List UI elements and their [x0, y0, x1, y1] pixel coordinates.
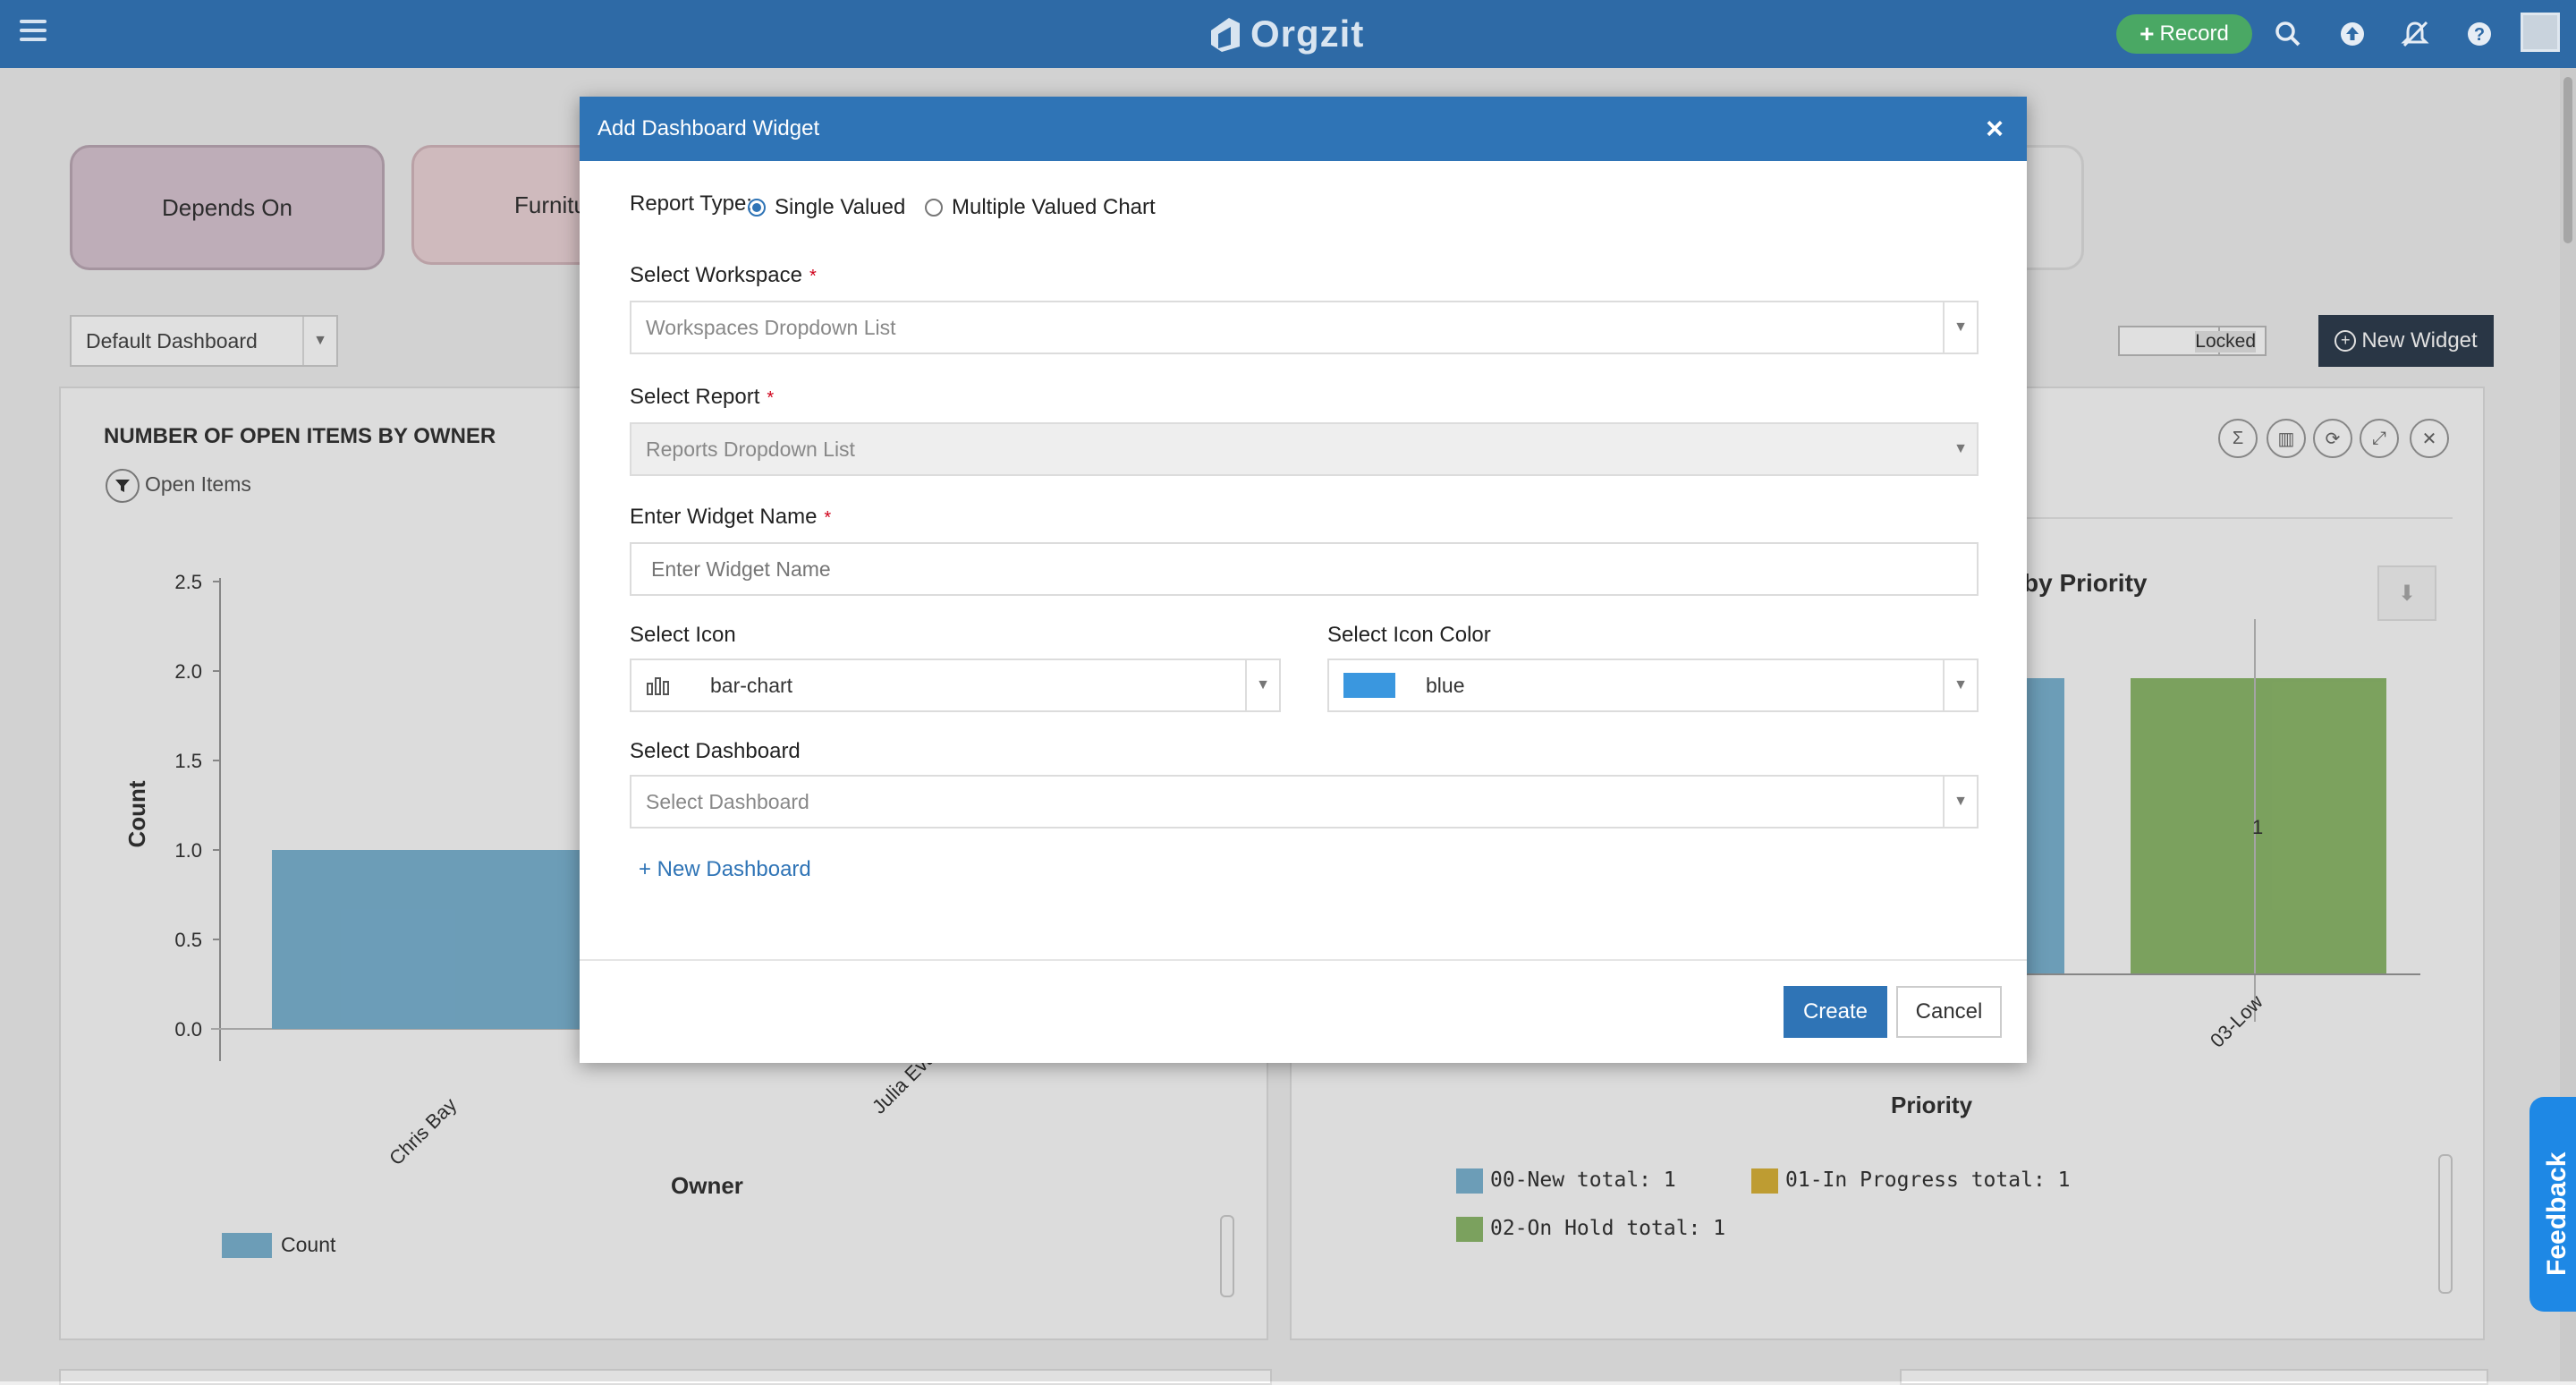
chevron-down-icon: ▼: [1245, 660, 1279, 710]
record-label: Record: [2159, 21, 2229, 46]
add-widget-modal: Add Dashboard Widget × Report Type: Sing…: [580, 97, 2027, 1063]
radio-multiple-valued[interactable]: Multiple Valued Chart: [925, 195, 1156, 220]
workspace-placeholder: Workspaces Dropdown List: [646, 315, 896, 339]
icon-color-select[interactable]: blue ▼: [1327, 659, 1979, 712]
modal-header: Add Dashboard Widget ×: [580, 97, 2027, 161]
workspace-label: Select Workspace *: [630, 263, 817, 287]
report-placeholder: Reports Dropdown List: [646, 437, 855, 461]
plus-icon: +: [2140, 20, 2155, 47]
widget-name-label: Enter Widget Name *: [630, 505, 832, 529]
chevron-down-icon: ▼: [1953, 441, 1968, 456]
cancel-button[interactable]: Cancel: [1896, 986, 2002, 1038]
new-dashboard-link[interactable]: + New Dashboard: [639, 857, 811, 882]
single-valued-label: Single Valued: [775, 195, 906, 219]
icon-value: bar-chart: [710, 673, 793, 697]
radio-single-valued[interactable]: Single Valued: [748, 195, 905, 220]
brand-name: Orgzit: [1250, 13, 1365, 55]
report-select[interactable]: Reports Dropdown List ▼: [630, 422, 1979, 476]
modal-footer-divider: [580, 959, 2027, 961]
feedback-tab[interactable]: Feedback: [2529, 1097, 2576, 1312]
orgzit-logo-icon: [1211, 18, 1240, 52]
user-avatar[interactable]: [2521, 13, 2560, 52]
hamburger-menu-icon[interactable]: [20, 20, 47, 47]
svg-text:?: ?: [2474, 25, 2485, 45]
bar-chart-icon: [647, 677, 669, 695]
report-type-label: Report Type:: [630, 191, 752, 216]
icon-color-label: Select Icon Color: [1327, 623, 1491, 647]
brand-logo[interactable]: Orgzit: [1208, 7, 1364, 61]
modal-title: Add Dashboard Widget: [597, 116, 820, 140]
icon-color-value: blue: [1426, 673, 1465, 697]
search-icon[interactable]: [2272, 18, 2304, 50]
record-button[interactable]: + Record: [2116, 14, 2252, 54]
chevron-down-icon: ▼: [1943, 302, 1977, 353]
dashboard-label: Select Dashboard: [630, 739, 801, 763]
notifications-off-icon[interactable]: [2399, 18, 2431, 50]
chevron-down-icon: ▼: [1943, 777, 1977, 827]
help-icon[interactable]: ?: [2463, 18, 2496, 50]
widget-name-input[interactable]: [630, 542, 1979, 596]
upload-icon[interactable]: [2336, 18, 2368, 50]
top-bar: Orgzit + Record ?: [0, 0, 2576, 68]
close-icon[interactable]: ×: [1979, 112, 2011, 146]
dashboard-select-modal[interactable]: Select Dashboard ▼: [630, 775, 1979, 828]
report-label: Select Report *: [630, 385, 775, 409]
chevron-down-icon: ▼: [1943, 660, 1977, 710]
radio-unselected-icon[interactable]: [925, 199, 943, 217]
feedback-label: Feedback: [2542, 1151, 2572, 1276]
icon-select[interactable]: bar-chart ▼: [630, 659, 1281, 712]
workspace-select[interactable]: Workspaces Dropdown List ▼: [630, 301, 1979, 354]
color-swatch: [1343, 673, 1395, 698]
radio-selected-icon[interactable]: [748, 199, 766, 217]
icon-label: Select Icon: [630, 623, 736, 647]
dashboard-placeholder: Select Dashboard: [646, 789, 809, 813]
create-button[interactable]: Create: [1784, 986, 1887, 1038]
multiple-valued-label: Multiple Valued Chart: [952, 195, 1156, 219]
